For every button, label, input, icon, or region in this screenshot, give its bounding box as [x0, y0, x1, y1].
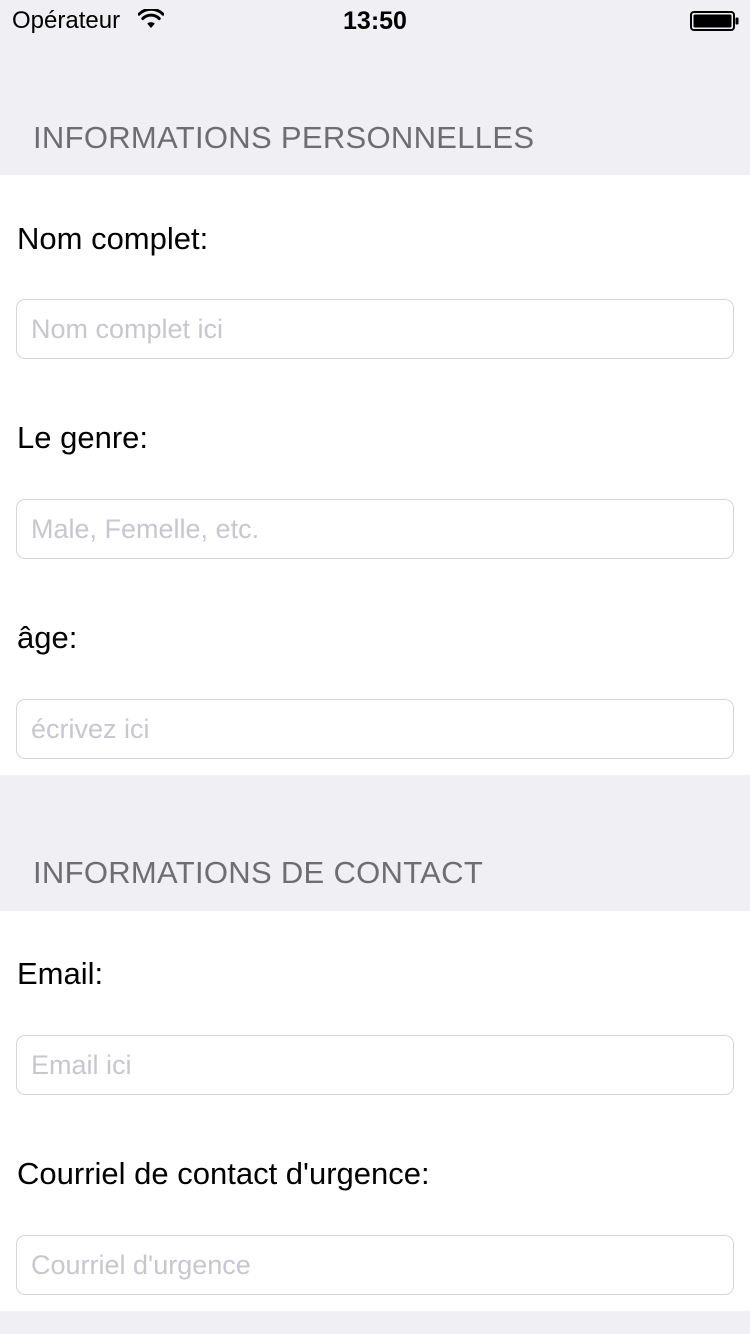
- full-name-label: Nom complet:: [17, 221, 209, 256]
- clock: 13:50: [343, 7, 407, 35]
- emergency-email-input[interactable]: [16, 1235, 734, 1295]
- section-title-contact: INFORMATIONS DE CONTACT: [33, 855, 484, 890]
- gender-label: Le genre:: [17, 420, 148, 455]
- age-label: âge:: [17, 620, 78, 655]
- section-title-personal: INFORMATIONS PERSONNELLES: [33, 120, 535, 155]
- status-bar: Opérateur 13:50: [0, 0, 750, 40]
- email-input[interactable]: [16, 1035, 734, 1095]
- section-header-contact: INFORMATIONS DE CONTACT: [0, 775, 750, 911]
- gender-input[interactable]: [16, 499, 734, 559]
- contact-info-card: Email: Courriel de contact d'urgence:: [0, 911, 750, 1311]
- age-input[interactable]: [16, 699, 734, 759]
- battery-icon: [690, 11, 739, 31]
- emergency-email-label: Courriel de contact d'urgence:: [17, 1156, 430, 1191]
- email-label: Email:: [17, 956, 104, 991]
- section-header-personal: INFORMATIONS PERSONNELLES: [0, 40, 750, 175]
- personal-info-card: Nom complet: Le genre: âge:: [0, 175, 750, 775]
- full-name-input[interactable]: [16, 299, 734, 359]
